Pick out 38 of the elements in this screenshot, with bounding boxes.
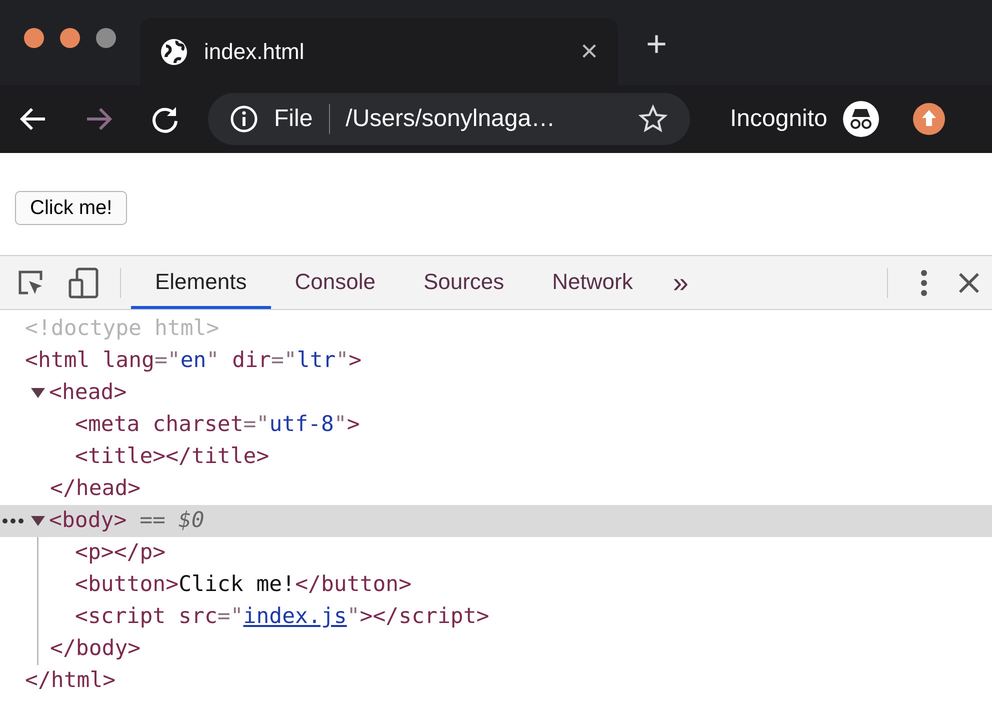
dom-line[interactable]: </head> bbox=[0, 473, 992, 505]
incognito-icon[interactable] bbox=[843, 101, 880, 137]
dom-line[interactable]: <html lang="en" dir="ltr"> bbox=[0, 345, 992, 377]
dom-line[interactable]: <script src="index.js"></script> bbox=[0, 601, 992, 633]
window-control[interactable] bbox=[60, 28, 80, 48]
window-control[interactable] bbox=[96, 28, 116, 48]
address-bar[interactable]: File /Users/sonylnaga… bbox=[208, 93, 690, 145]
url-text: /Users/sonylnaga… bbox=[346, 104, 556, 134]
expand-arrow-icon[interactable] bbox=[31, 388, 45, 398]
update-icon[interactable] bbox=[913, 103, 946, 135]
file-link[interactable]: index.js bbox=[243, 604, 347, 629]
browser-tab[interactable]: index.html × bbox=[140, 18, 618, 85]
overflow-button[interactable]: » bbox=[672, 268, 688, 296]
dom-line[interactable]: </html> bbox=[0, 665, 992, 697]
page-button[interactable]: Click me! bbox=[15, 191, 128, 225]
dom-line[interactable]: <button>Click me!</button> bbox=[0, 569, 992, 601]
close-tab-button[interactable]: × bbox=[580, 36, 598, 66]
dom-line[interactable]: </body> bbox=[0, 633, 992, 665]
dom-line[interactable]: <p></p> bbox=[0, 537, 992, 569]
device-icon[interactable] bbox=[68, 266, 100, 298]
dom-line[interactable]: <head> bbox=[0, 377, 992, 409]
dom-line[interactable]: <meta charset="utf-8"> bbox=[0, 409, 992, 441]
url-scheme: File bbox=[274, 104, 313, 134]
new-tab-button[interactable]: + bbox=[646, 26, 668, 62]
more-icon[interactable] bbox=[920, 268, 928, 296]
expand-arrow-icon[interactable] bbox=[31, 516, 45, 526]
profile-label: Incognito bbox=[730, 104, 828, 134]
info-icon[interactable] bbox=[230, 105, 258, 133]
devtools-tab[interactable]: Elements bbox=[131, 256, 271, 309]
devtools-tab[interactable]: Sources bbox=[399, 256, 528, 309]
devtools-tab[interactable]: Console bbox=[270, 256, 400, 309]
close-icon[interactable] bbox=[958, 272, 980, 294]
tab-title: index.html bbox=[204, 38, 306, 66]
star-icon[interactable] bbox=[638, 104, 668, 134]
dom-line[interactable]: <title></title> bbox=[0, 441, 992, 473]
devtools-tab[interactable]: Network bbox=[528, 256, 657, 309]
window-control[interactable] bbox=[24, 28, 44, 48]
more-icon[interactable] bbox=[2, 518, 24, 524]
